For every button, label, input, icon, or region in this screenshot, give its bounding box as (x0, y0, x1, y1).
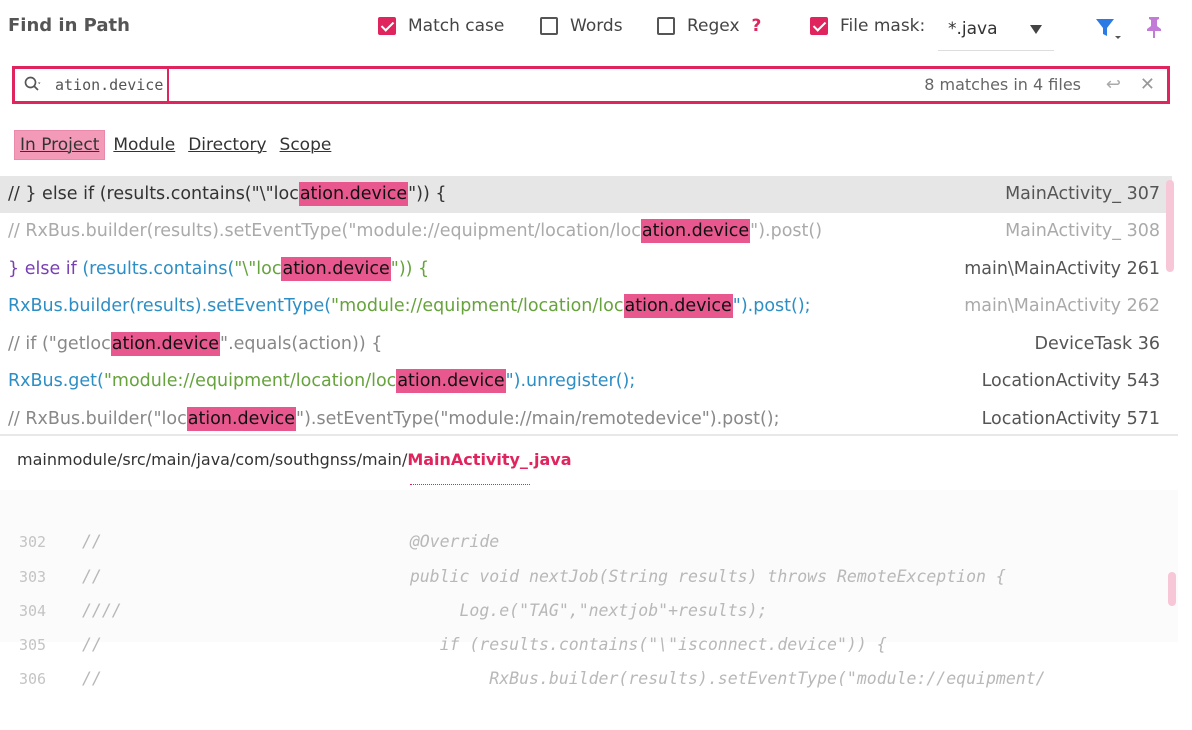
match-highlight: ation.device (640, 219, 751, 243)
code-suffix: ").setEventType("module://main/remotedev… (296, 409, 780, 429)
result-row[interactable]: RxBus.builder(results).setEventType("mod… (0, 288, 1172, 325)
result-file: MainActivity_ 308 (1005, 221, 1160, 241)
code-line: 305// if (results.contains("\"isconnect.… (0, 594, 1178, 654)
code-prefix: // RxBus.builder(results).setEventType("… (8, 221, 641, 241)
regex-checkbox[interactable] (657, 17, 675, 35)
code-suffix: ").post(); (732, 296, 811, 316)
result-code: RxBus.get("module://equipment/location/l… (8, 363, 635, 400)
pin-icon[interactable] (1144, 15, 1164, 39)
code-line: 303// public void nextJob(String results… (0, 526, 1178, 586)
result-file: DeviceTask 36 (1034, 334, 1160, 354)
result-row[interactable]: // } else if (results.contains("\"locati… (0, 176, 1172, 213)
regex-help-link[interactable]: ? (752, 16, 762, 36)
result-file: main\MainActivity 261 (964, 259, 1160, 279)
preview-file-name: MainActivity_.java (407, 450, 572, 469)
result-row[interactable]: // RxBus.builder("location.device").setE… (0, 401, 1172, 434)
scope-directory[interactable]: Directory (183, 131, 271, 159)
code-prefix: RxBus.builder(results).setEventType( (8, 296, 332, 316)
code-line: 302// @Override (0, 491, 1178, 551)
file-mask-value: *.java (948, 19, 998, 39)
scope-in-project[interactable]: In Project (14, 130, 106, 160)
code-suffix: ").post() (750, 221, 823, 241)
result-file: MainActivity_ 307 (999, 176, 1160, 213)
result-code: } else if (results.contains("\"location.… (8, 251, 429, 288)
chevron-down-icon[interactable] (1030, 24, 1042, 34)
file-mask-select[interactable]: *.java (938, 8, 1054, 51)
dialog-title: Find in Path (8, 15, 130, 36)
result-row[interactable]: RxBus.get("module://equipment/location/l… (0, 363, 1172, 400)
line-number: 306 (19, 670, 47, 688)
results-list: // } else if (results.contains("\"locati… (0, 176, 1176, 434)
result-file: LocationActivity 543 (981, 371, 1160, 391)
file-mask-checkbox[interactable] (810, 17, 828, 35)
clear-icon[interactable]: ✕ (1140, 69, 1155, 101)
code-prefix: // } else if (results.contains("\"loc (8, 184, 299, 204)
results-scrollbar[interactable] (1166, 180, 1174, 272)
result-row[interactable]: // if ("getlocation.device".equals(actio… (0, 326, 1172, 363)
scope-scope[interactable]: Scope (275, 131, 337, 159)
code-string: "module://equipment/location/loc (103, 371, 397, 391)
match-highlight: ation.device (110, 332, 221, 356)
result-file: main\MainActivity 262 (964, 296, 1160, 316)
code-suffix: ".equals(action)) { (220, 334, 383, 354)
code-preview[interactable]: 302// @Override 303// public void nextJo… (0, 490, 1178, 688)
preview-scrollbar[interactable] (1168, 572, 1176, 606)
match-case-checkbox[interactable] (378, 17, 396, 35)
match-highlight: ation.device (396, 369, 506, 393)
match-highlight: ation.device (623, 294, 733, 318)
scope-tabs: In Project Module Directory Scope (14, 129, 339, 161)
code-keyword: } else if (8, 259, 83, 279)
words-label: Words (570, 16, 623, 36)
result-code: // RxBus.builder("location.device").setE… (8, 401, 780, 434)
preview-path: mainmodule/src/main/java/com/southgnss/m… (17, 450, 572, 469)
divider (410, 484, 530, 485)
code-suffix: ").unregister(); (505, 371, 636, 391)
words-checkbox[interactable] (540, 17, 558, 35)
regex-label: Regex (687, 16, 740, 36)
match-highlight: ation.device (186, 407, 297, 431)
enter-icon[interactable]: ↩ (1106, 69, 1121, 101)
code-suffix: ")) { (390, 259, 430, 279)
file-mask-option[interactable]: File mask: (810, 12, 925, 40)
code-prefix: // RxBus.builder("loc (8, 409, 187, 429)
code-prefix: (results.contains( (82, 259, 235, 279)
result-code: // } else if (results.contains("\"locati… (8, 176, 447, 213)
regex-option[interactable]: Regex ? (657, 12, 761, 40)
code-prefix: RxBus.get( (8, 371, 104, 391)
match-highlight: ation.device (298, 182, 409, 206)
code-prefix: // if ("getloc (8, 334, 111, 354)
line-text: // RxBus.builder(results).setEventType("… (82, 669, 1046, 688)
path-prefix: mainmodule/src/main/java/com/southgnss/m… (17, 450, 408, 469)
find-header: Find in Path Match case Words Regex ? Fi… (0, 0, 1192, 60)
file-mask-label: File mask: (840, 16, 926, 36)
words-option[interactable]: Words (540, 12, 623, 40)
result-code: // RxBus.builder(results).setEventType("… (8, 213, 822, 250)
code-string: "module://equipment/location/loc (331, 296, 624, 316)
code-suffix: ")) { (408, 184, 447, 204)
match-count: 8 matches in 4 files (924, 75, 1081, 94)
match-case-option[interactable]: Match case (378, 12, 504, 40)
splitter[interactable] (0, 434, 1178, 436)
scope-module[interactable]: Module (108, 131, 180, 159)
result-row[interactable]: // RxBus.builder(results).setEventType("… (0, 213, 1172, 250)
code-string: "\"loc (234, 259, 282, 279)
result-row[interactable]: } else if (results.contains("\"location.… (0, 251, 1172, 288)
code-line: 304//// Log.e("TAG","nextjob"+results); (0, 560, 1178, 620)
search-field[interactable]: ation.device 8 matches in 4 files ↩ ✕ (12, 66, 1170, 104)
filter-icon[interactable] (1094, 16, 1124, 42)
result-code: RxBus.builder(results).setEventType("mod… (8, 288, 811, 325)
search-icon[interactable] (23, 75, 43, 95)
result-code: // if ("getlocation.device".equals(actio… (8, 326, 382, 363)
match-highlight: ation.device (281, 257, 391, 281)
search-input[interactable]: ation.device (53, 69, 170, 101)
match-case-label: Match case (408, 16, 505, 36)
result-file: LocationActivity 571 (981, 409, 1160, 429)
code-line: 306 // RxBus.builder(results).setEventTyp… (0, 628, 1178, 688)
